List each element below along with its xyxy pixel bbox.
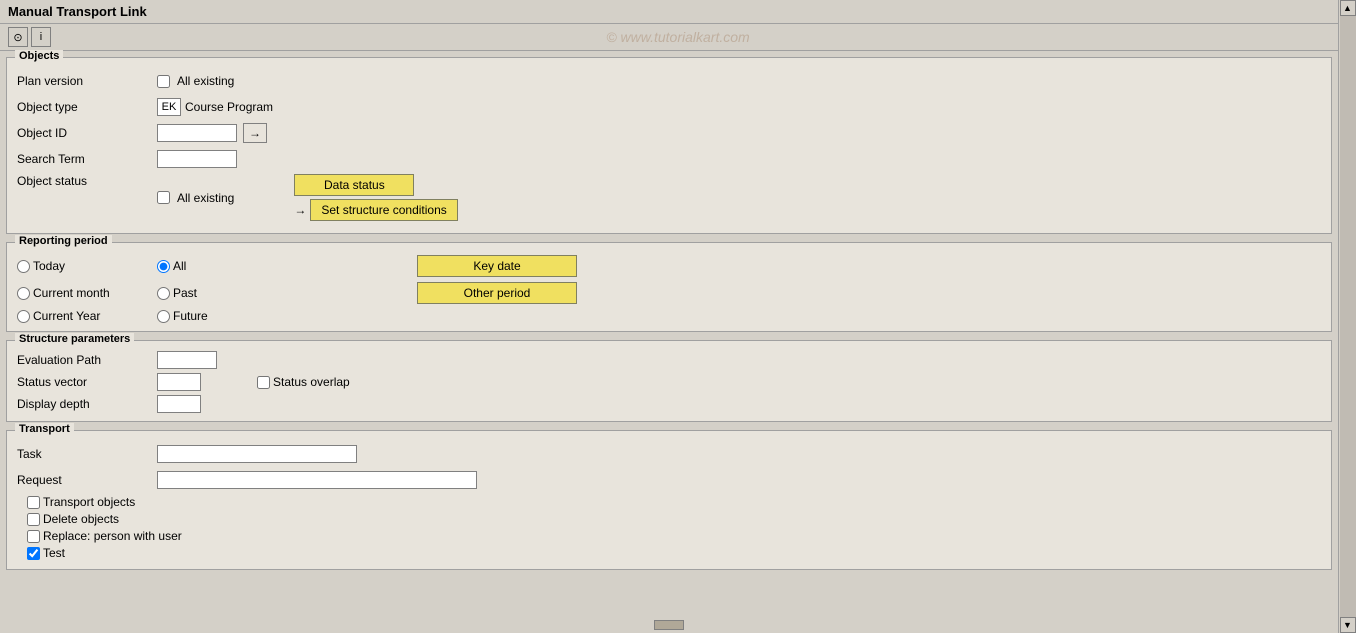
- today-radio[interactable]: [17, 260, 30, 273]
- today-radio-cell: Today: [17, 259, 157, 273]
- replace-person-label: Replace: person with user: [43, 529, 182, 543]
- task-input[interactable]: [157, 445, 357, 463]
- object-id-label: Object ID: [17, 126, 157, 140]
- future-label: Future: [173, 309, 208, 323]
- toolbar: ⊙ i © www.tutorialkart.com: [0, 24, 1356, 51]
- current-month-radio[interactable]: [17, 287, 30, 300]
- object-status-checkbox[interactable]: [157, 191, 170, 204]
- current-year-radio-cell: Current Year: [17, 309, 157, 323]
- title-bar: Manual Transport Link: [0, 0, 1356, 24]
- delete-objects-row: Delete objects: [27, 512, 1321, 526]
- bottom-scrollbar: [0, 617, 1338, 633]
- request-label: Request: [17, 473, 157, 487]
- test-row: Test: [27, 546, 1321, 560]
- eval-path-label: Evaluation Path: [17, 353, 157, 367]
- scroll-up-button[interactable]: ▲: [1340, 0, 1356, 16]
- current-year-radio[interactable]: [17, 310, 30, 323]
- current-month-label: Current month: [33, 286, 110, 300]
- horizontal-scroll-thumb[interactable]: [654, 620, 684, 630]
- watermark: © www.tutorialkart.com: [606, 29, 749, 45]
- plan-version-label: Plan version: [17, 74, 157, 88]
- structure-section-title: Structure parameters: [15, 333, 134, 345]
- objects-section-title: Objects: [15, 50, 63, 62]
- transport-objects-label: Transport objects: [43, 495, 135, 509]
- past-radio[interactable]: [157, 287, 170, 300]
- object-id-input[interactable]: [157, 124, 237, 142]
- future-radio[interactable]: [157, 310, 170, 323]
- current-year-label: Current Year: [33, 309, 100, 323]
- delete-objects-label: Delete objects: [43, 512, 119, 526]
- test-checkbox[interactable]: [27, 547, 40, 560]
- all-label: All: [173, 259, 186, 273]
- status-overlap-label: Status overlap: [273, 375, 350, 389]
- past-radio-cell: Past: [157, 286, 287, 300]
- info-button[interactable]: i: [31, 27, 51, 47]
- request-row: Request: [17, 469, 1321, 491]
- search-term-label: Search Term: [17, 152, 157, 166]
- request-input[interactable]: [157, 471, 477, 489]
- display-depth-label: Display depth: [17, 397, 157, 411]
- transport-section-title: Transport: [15, 423, 74, 435]
- transport-objects-row: Transport objects: [27, 495, 1321, 509]
- task-row: Task: [17, 443, 1321, 465]
- structure-section: Structure parameters Evaluation Path Sta…: [6, 340, 1332, 422]
- all-radio[interactable]: [157, 260, 170, 273]
- replace-person-checkbox[interactable]: [27, 530, 40, 543]
- plan-version-row: Plan version All existing: [17, 70, 1321, 92]
- object-type-label: Object type: [17, 100, 157, 114]
- back-button[interactable]: ⊙: [8, 27, 28, 47]
- task-label: Task: [17, 447, 157, 461]
- transport-section: Transport Task Request Transport objects…: [6, 430, 1332, 570]
- all-radio-cell: All: [157, 259, 287, 273]
- object-type-input[interactable]: [157, 98, 181, 116]
- objects-section: Objects Plan version All existing Object…: [6, 57, 1332, 234]
- reporting-section-title: Reporting period: [15, 235, 112, 247]
- replace-person-row: Replace: person with user: [27, 529, 1321, 543]
- object-status-text: All existing: [177, 191, 234, 205]
- right-scrollbar: ▲ ▼: [1338, 0, 1356, 633]
- search-term-row: Search Term: [17, 148, 1321, 170]
- search-term-input[interactable]: [157, 150, 237, 168]
- set-structure-arrow-icon: →: [294, 203, 306, 217]
- status-vector-input[interactable]: [157, 373, 201, 391]
- delete-objects-checkbox[interactable]: [27, 513, 40, 526]
- status-vector-label: Status vector: [17, 375, 157, 389]
- app-title: Manual Transport Link: [8, 4, 147, 19]
- test-label: Test: [43, 546, 65, 560]
- object-status-label: Object status: [17, 174, 157, 188]
- object-id-row: Object ID →: [17, 122, 1321, 144]
- plan-version-checkbox[interactable]: [157, 75, 170, 88]
- scroll-down-button[interactable]: ▼: [1340, 617, 1356, 633]
- other-period-button[interactable]: Other period: [417, 282, 577, 304]
- object-type-text: Course Program: [185, 100, 273, 114]
- eval-path-input[interactable]: [157, 351, 217, 369]
- display-depth-input[interactable]: [157, 395, 201, 413]
- set-structure-button[interactable]: Set structure conditions: [310, 199, 457, 221]
- reporting-section: Reporting period Today All Key date Curr…: [6, 242, 1332, 332]
- object-id-arrow-button[interactable]: →: [243, 123, 267, 143]
- object-type-row: Object type Course Program: [17, 96, 1321, 118]
- plan-version-text: All existing: [177, 74, 234, 88]
- key-date-button[interactable]: Key date: [417, 255, 577, 277]
- status-overlap-checkbox[interactable]: [257, 376, 270, 389]
- current-month-radio-cell: Current month: [17, 286, 157, 300]
- past-label: Past: [173, 286, 197, 300]
- object-status-row: Object status All existing Data status →…: [17, 174, 1321, 221]
- data-status-button[interactable]: Data status: [294, 174, 414, 196]
- scroll-track: [1340, 16, 1356, 617]
- today-label: Today: [33, 259, 65, 273]
- transport-objects-checkbox[interactable]: [27, 496, 40, 509]
- future-radio-cell: Future: [157, 309, 287, 323]
